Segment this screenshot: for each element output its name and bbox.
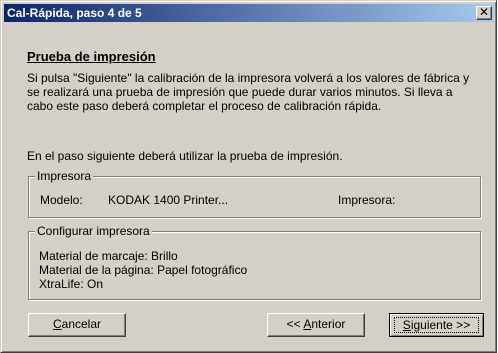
focus-rectangle: Siguiente >> xyxy=(394,317,479,333)
printer-group-legend: Impresora xyxy=(35,169,94,183)
page-material-text: Material de la página: Papel fotográfico xyxy=(39,263,248,277)
previous-button[interactable]: << Anterior xyxy=(267,313,365,337)
printer-groupbox: Impresora Modelo: KODAK 1400 Printer... … xyxy=(28,169,481,218)
previous-button-prefix: << xyxy=(286,317,304,331)
model-value: KODAK 1400 Printer... xyxy=(108,193,229,207)
cancel-button-label: ancelar xyxy=(61,317,102,331)
title-bar[interactable]: Cal-Rápida, paso 4 de 5 ✕ xyxy=(4,4,494,22)
next-button-mnemonic: S xyxy=(402,318,411,332)
next-button-label: iguiente >> xyxy=(410,318,471,332)
close-icon[interactable]: ✕ xyxy=(476,6,492,20)
model-label: Modelo: xyxy=(40,193,83,207)
marking-material-text: Material de marcaje: Brillo xyxy=(39,249,178,263)
next-button[interactable]: Siguiente >> xyxy=(389,313,484,337)
instruction-text: En el paso siguiente deberá utilizar la … xyxy=(27,149,343,163)
cancel-button-mnemonic: C xyxy=(52,317,62,331)
printer-config-groupbox: Configurar impresora Material de marcaje… xyxy=(28,224,481,300)
window-title: Cal-Rápida, paso 4 de 5 xyxy=(7,6,142,20)
config-group-legend: Configurar impresora xyxy=(35,224,152,238)
description-text: Si pulsa "Siguiente" la calibración de l… xyxy=(27,71,470,113)
cancel-button[interactable]: Cancelar xyxy=(28,313,126,337)
xtralife-text: XtraLife: On xyxy=(39,277,104,291)
page-title: Prueba de impresión xyxy=(27,49,156,64)
printer-label: Impresora: xyxy=(338,193,396,207)
dialog-window: Cal-Rápida, paso 4 de 5 ✕ Prueba de impr… xyxy=(0,0,497,353)
previous-button-label: nterior xyxy=(311,317,346,331)
